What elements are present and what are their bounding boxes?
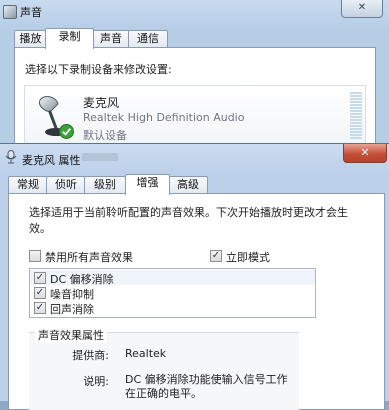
tab-general[interactable]: 常规 <box>8 176 48 194</box>
properties-close-button[interactable]: ✕ <box>343 144 387 163</box>
properties-titlebar[interactable]: 麦克风 属性 ✕ <box>0 144 389 170</box>
sound-window-titlebar[interactable]: 声音 ✕ <box>0 0 389 22</box>
sound-window-close-button[interactable]: ✕ <box>341 0 383 18</box>
level-meter <box>350 92 362 142</box>
tab-recording[interactable]: 录制 <box>45 28 94 49</box>
tab-enhancements[interactable]: 增强 <box>125 174 170 195</box>
device-description: Realtek High Definition Audio <box>83 111 245 124</box>
list-item[interactable]: ✓ DC 偏移消除 <box>30 270 315 286</box>
disable-all-checkbox[interactable] <box>29 250 41 262</box>
speaker-icon <box>3 5 17 19</box>
recording-instruction: 选择以下录制设备来修改设置: <box>25 63 172 76</box>
immediate-mode-label: 立即模式 <box>226 251 270 264</box>
microphone-small-icon <box>5 150 17 164</box>
list-item[interactable]: ✓ 回声消除 <box>30 300 315 316</box>
enhancements-description: 选择适用于当前聆听配置的声音效果。下次开始播放时更改才会生效。 <box>29 206 348 235</box>
description-label: 说明: <box>83 375 109 388</box>
sound-window-title: 声音 <box>20 6 42 19</box>
provider-label: 提供商: <box>72 349 109 362</box>
effect-properties-group: 声音效果属性 提供商: Realtek 说明: DC 偏移消除功能使输入信号工作… <box>29 327 299 410</box>
sound-window: 声音 ✕ 播放 录制 声音 通信 选择以下录制设备来修改设置: 麦克风 Real… <box>0 0 389 159</box>
effect-dc-offset-checkbox[interactable]: ✓ <box>34 272 46 284</box>
microphone-properties-window: 麦克风 属性 ✕ 常规 侦听 级别 增强 高级 选择适用于当前聆听配置的声音效果… <box>0 143 389 410</box>
effects-list[interactable]: ✓ DC 偏移消除 ✓ 噪音抑制 ✓ 回声消除 <box>29 268 316 318</box>
default-check-icon <box>59 124 74 139</box>
title-blur <box>82 153 118 161</box>
provider-value: Realtek <box>125 347 167 360</box>
immediate-mode-checkbox[interactable]: ✓ <box>210 250 222 262</box>
device-item-microphone[interactable]: 麦克风 Realtek High Definition Audio 默认设备 <box>24 85 366 149</box>
device-status: 默认设备 <box>83 129 127 142</box>
list-item[interactable]: ✓ 噪音抑制 <box>30 285 315 301</box>
effect-echo-cancellation-label: 回声消除 <box>50 303 94 316</box>
tab-communications[interactable]: 通信 <box>128 30 168 48</box>
properties-title: 麦克风 属性 <box>22 154 81 167</box>
description-value: DC 偏移消除功能使输入信号工作在正确的电平。 <box>125 373 288 400</box>
disable-all-label: 禁用所有声音效果 <box>45 251 133 264</box>
tab-sounds[interactable]: 声音 <box>92 30 130 48</box>
effect-properties-title: 声音效果属性 <box>35 327 107 343</box>
effect-noise-suppression-checkbox[interactable]: ✓ <box>34 287 46 299</box>
effect-echo-cancellation-checkbox[interactable]: ✓ <box>34 302 46 314</box>
tab-advanced[interactable]: 高级 <box>168 176 208 194</box>
enhancements-panel: 选择适用于当前聆听配置的声音效果。下次开始播放时更改才会生效。 禁用所有声音效果… <box>8 193 385 410</box>
tab-levels[interactable]: 级别 <box>84 176 126 194</box>
tab-listen[interactable]: 侦听 <box>46 176 86 194</box>
tab-playback[interactable]: 播放 <box>14 30 47 48</box>
device-name: 麦克风 <box>83 96 120 110</box>
